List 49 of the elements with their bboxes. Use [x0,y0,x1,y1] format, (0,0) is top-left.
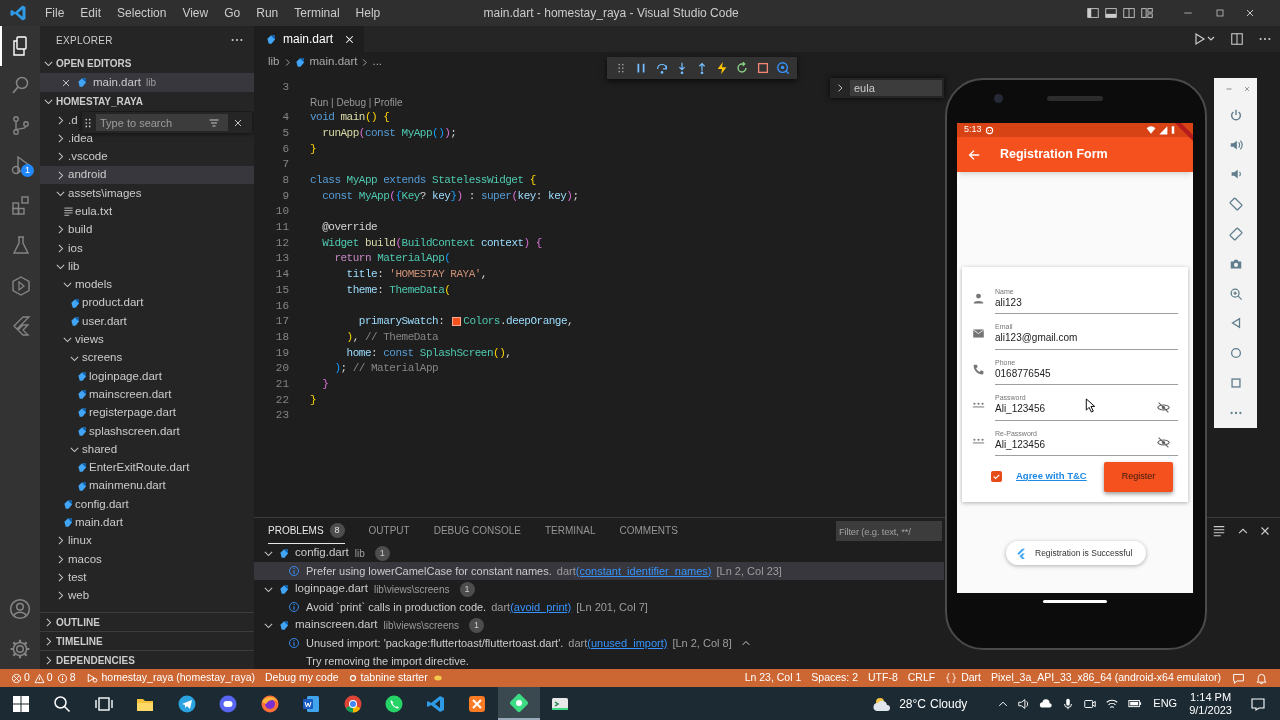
problem-detail: Try removing the import directive. [306,653,469,669]
line-number: 12 [274,235,289,251]
line-number: 13 [274,251,289,267]
app-bar-title: Registration Form [1000,146,1108,164]
count-badge: 1 [459,581,475,597]
code-line: ), // ThemeData [345,329,439,345]
line-number: 11 [274,220,289,236]
code-line: Widget build(BuildContext context) { [321,235,542,251]
code-line: primarySwatch: [357,314,446,330]
count-badge: 1 [469,617,485,633]
window-title: main.dart - homestay_raya - Visual Studio Code [482,5,740,22]
line-number: 8 [281,173,289,189]
line-number: 21 [274,376,289,392]
code-line: @override [321,220,378,236]
line-number: 22 [274,392,289,408]
status-time: 5:13 [964,123,982,137]
line-number: 7 [281,157,289,173]
line-number: 5 [281,125,289,141]
line-number: 14 [274,267,289,283]
code-line: runApp(const MyApp()); [321,125,457,141]
count-badge: 8 [329,523,345,538]
toast-message: Registration is Successful [1006,541,1146,565]
code-line: ); // MaterialApp [333,361,439,377]
count-badge: 1 [374,545,390,561]
line-number: 18 [274,329,289,345]
code-line: theme: ThemeData( [345,282,451,298]
line-number: 10 [274,204,289,220]
line-number: 16 [274,298,289,314]
panel-title: EXPLORER [56,33,113,48]
line-number: 6 [281,141,289,157]
line-number: 9 [281,188,289,204]
code-line: } [310,392,317,408]
line-number: 4 [281,110,289,126]
code-line: void main() { [310,110,390,126]
line-number: 23 [274,408,289,424]
line-number: 15 [274,282,289,298]
code-line: home: const SplashScreen(), [345,345,512,361]
code-line: class MyApp extends StatelessWidget { [310,173,536,189]
code-line: const MyApp({Key? key}) : super(key: key); [321,188,579,204]
line-number: 19 [274,345,289,361]
code-line: title: 'HOMESTAY RAYA', [345,267,487,283]
code-line: return MaterialApp( [333,251,451,267]
line-number: 3 [281,79,289,95]
line-number: 17 [274,314,289,330]
count-badge: 1 [21,164,34,177]
code-line: } [321,376,329,392]
line-number: 20 [274,361,289,377]
code-line: } [310,141,317,157]
code-line: Colors.deepOrange, [463,314,574,330]
